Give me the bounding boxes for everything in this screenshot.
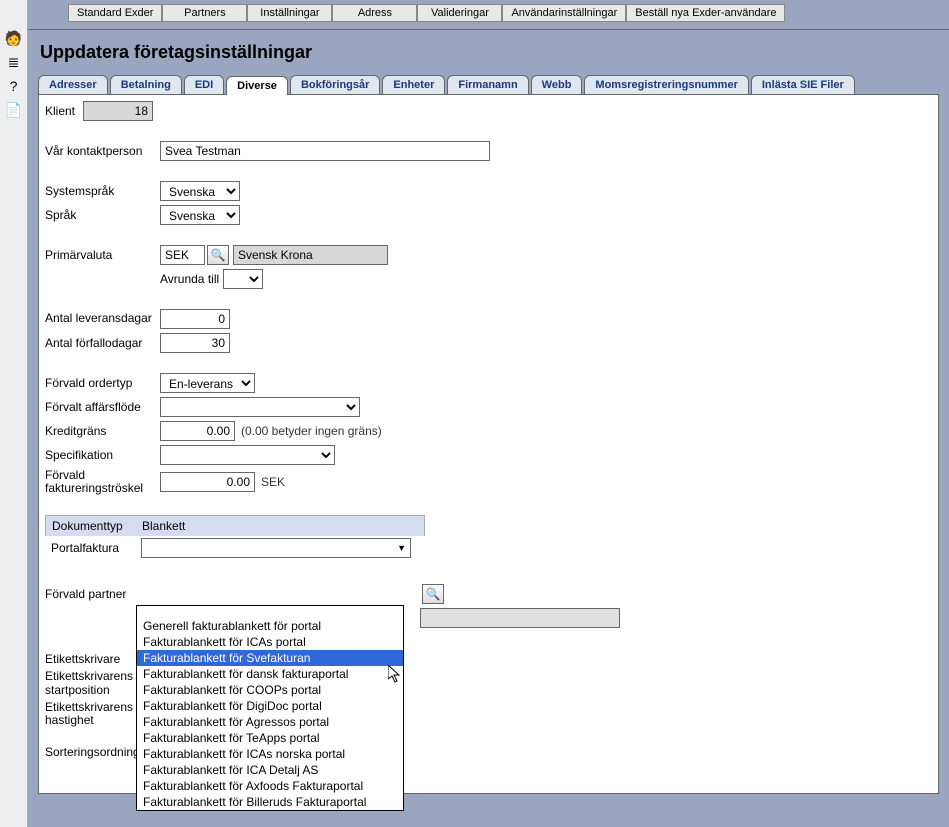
dropdown-item[interactable]: Fakturablankett för ICAs portal (137, 634, 403, 650)
portalfaktura-dropdown-list[interactable]: Generell fakturablankett för portal Fakt… (136, 605, 404, 811)
topbar-adress[interactable]: Adress (332, 4, 417, 22)
doc-header-col2: Blankett (142, 519, 185, 533)
partner-name-display (420, 608, 620, 628)
kreditgrans-hint: (0.00 betyder ingen gräns) (241, 424, 382, 438)
topbar-bestall-nya[interactable]: Beställ nya Exder-användare (626, 4, 785, 22)
kontakt-label: Vår kontaktperson (45, 144, 160, 158)
dropdown-item[interactable]: Fakturablankett för COOPs portal (137, 682, 403, 698)
forfallodagar-input[interactable] (160, 333, 230, 353)
doc-row-portalfaktura: Portalfaktura (45, 536, 425, 560)
dropdown-item-highlighted[interactable]: Fakturablankett för Svefakturan (137, 650, 403, 666)
topbar-partners[interactable]: Partners (162, 4, 247, 22)
tab-firmanamn[interactable]: Firmanamn (447, 75, 528, 94)
primarvaluta-input[interactable] (160, 245, 205, 265)
topbar-installningar[interactable]: Inställningar (247, 4, 332, 22)
primarvaluta-label: Primärvaluta (45, 248, 160, 262)
klient-label: Klient (45, 104, 83, 118)
kreditgrans-label: Kreditgräns (45, 424, 160, 438)
avrunda-label: Avrunda till (160, 272, 219, 286)
primarvaluta-name (233, 245, 388, 265)
kontakt-input[interactable] (160, 141, 490, 161)
doc-table-header: Dokumenttyp Blankett (45, 515, 425, 536)
ordertyp-label: Förvald ordertyp (45, 376, 160, 390)
dropdown-item[interactable]: Fakturablankett för ICA Detalj AS (137, 762, 403, 778)
faktroskel-label: Förvald faktureringströskel (45, 469, 160, 495)
search-icon: 🔍 (211, 248, 226, 262)
dropdown-item[interactable]: Fakturablankett för dansk fakturaportal (137, 666, 403, 682)
klient-input (83, 101, 153, 121)
topbar-valideringar[interactable]: Valideringar (417, 4, 502, 22)
forvald-partner-label: Förvald partner (45, 587, 160, 601)
tab-momsregnr[interactable]: Momsregistreringsnummer (584, 75, 748, 94)
user-icon[interactable]: 🧑 (6, 30, 22, 46)
help-icon[interactable]: ? (6, 78, 22, 94)
leveransdagar-label: Antal leveransdagar (45, 312, 160, 325)
dropdown-item[interactable]: Fakturablankett för Billeruds Fakturapor… (137, 794, 403, 810)
topbar-standard-exder[interactable]: Standard Exder (68, 4, 162, 22)
search-icon: 🔍 (426, 587, 441, 601)
ordertyp-select[interactable]: En-leverans (160, 373, 255, 393)
primarvaluta-search-button[interactable]: 🔍 (207, 245, 229, 265)
forfallodagar-label: Antal förfallodagar (45, 336, 160, 350)
tab-edi[interactable]: EDI (184, 75, 224, 94)
leveransdagar-input[interactable] (160, 309, 230, 329)
forvald-partner-search-button[interactable]: 🔍 (422, 584, 444, 604)
affarsflode-select[interactable] (160, 397, 360, 417)
avrunda-select[interactable] (223, 269, 263, 289)
dropdown-item[interactable]: Fakturablankett för Agressos portal (137, 714, 403, 730)
tab-betalning[interactable]: Betalning (110, 75, 182, 94)
tab-sie-filer[interactable]: Inlästa SIE Filer (751, 75, 855, 94)
dropdown-item[interactable]: Generell fakturablankett för portal (137, 618, 403, 634)
list-icon[interactable]: ≣ (6, 54, 22, 70)
faktroskel-unit: SEK (261, 475, 285, 489)
systemsprak-select[interactable]: Svenska (160, 181, 240, 201)
specifikation-select[interactable] (160, 445, 335, 465)
specifikation-label: Specifikation (45, 448, 160, 462)
sidebar: 🧑 ≣ ? 📄 (0, 0, 28, 827)
kreditgrans-input[interactable] (160, 421, 235, 441)
tab-enheter[interactable]: Enheter (382, 75, 445, 94)
faktroskel-input[interactable] (160, 472, 255, 492)
dropdown-item[interactable]: Fakturablankett för Axfoods Fakturaporta… (137, 778, 403, 794)
tab-diverse[interactable]: Diverse (226, 76, 288, 95)
dropdown-item[interactable]: Fakturablankett för TeApps portal (137, 730, 403, 746)
doc-header-col1: Dokumenttyp (52, 519, 142, 533)
topbar-anvandarinstallningar[interactable]: Användarinställningar (502, 4, 626, 22)
document-icon[interactable]: 📄 (6, 102, 22, 118)
dropdown-item[interactable]: Fakturablankett för DigiDoc portal (137, 698, 403, 714)
tab-bokforingsar[interactable]: Bokföringsår (290, 75, 380, 94)
dropdown-item[interactable]: Fakturablankett för ICAs norska portal (137, 746, 403, 762)
portalfaktura-dropdown[interactable] (141, 538, 411, 558)
sprak-label: Språk (45, 208, 160, 222)
sprak-select[interactable]: Svenska (160, 205, 240, 225)
tab-row: Adresser Betalning EDI Diverse Bokföring… (38, 75, 939, 94)
portalfaktura-label: Portalfaktura (51, 541, 141, 555)
topbar: Standard Exder Partners Inställningar Ad… (28, 0, 949, 30)
affarsflode-label: Förvalt affärsflöde (45, 400, 160, 414)
systemsprak-label: Systemspråk (45, 184, 160, 198)
tab-adresser[interactable]: Adresser (38, 75, 108, 94)
page-title: Uppdatera företagsinställningar (40, 42, 939, 63)
tab-webb[interactable]: Webb (531, 75, 583, 94)
